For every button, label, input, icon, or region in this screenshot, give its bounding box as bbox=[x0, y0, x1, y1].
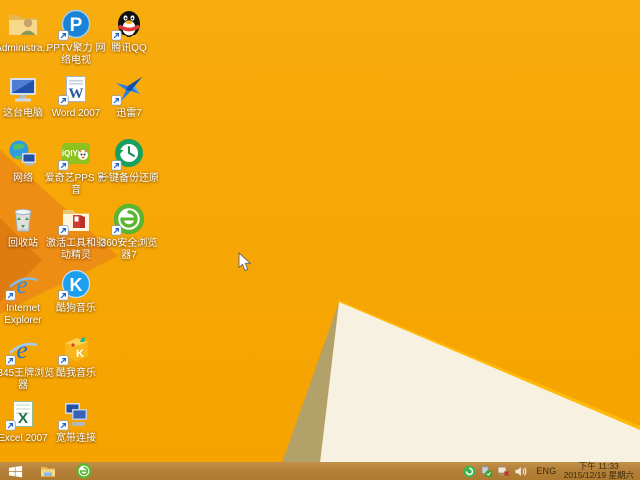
desktop-icon-label: 宽带连接 bbox=[56, 433, 96, 444]
browser-2345-icon bbox=[7, 333, 39, 365]
desktop-background: Administra... PPTV聚力 网络电视 腾讯QQ 这台电脑 Word 200… bbox=[0, 0, 640, 480]
taskbar-app-browser-360-taskbar[interactable] bbox=[75, 463, 92, 480]
kuwo-icon bbox=[60, 333, 92, 365]
windows-logo-icon bbox=[7, 464, 24, 479]
this-pc-icon bbox=[7, 73, 39, 105]
system-tray: ENG 下午 11:33 2015/12/19 星期六 bbox=[463, 462, 640, 480]
tray-volume-icon bbox=[514, 465, 527, 478]
qq-icon bbox=[113, 8, 145, 40]
file-explorer-icon bbox=[40, 463, 56, 479]
desktop-icon-label: 腾讯QQ bbox=[111, 43, 147, 54]
browser-360-taskbar-icon bbox=[76, 463, 92, 479]
tools-folder-icon bbox=[60, 203, 92, 235]
broadband-icon bbox=[60, 398, 92, 430]
desktop-icon-internet-explorer[interactable]: Internet Explorer bbox=[0, 268, 50, 326]
desktop-icon-tools-folder[interactable]: 激活工具和驱动精灵 bbox=[46, 203, 106, 261]
wallpaper-fold-cream bbox=[318, 302, 640, 480]
shortcut-arrow-icon bbox=[58, 355, 69, 366]
excel-icon bbox=[7, 398, 39, 430]
shortcut-arrow-icon bbox=[111, 160, 122, 171]
desktop-icon-word[interactable]: Word 2007 bbox=[49, 73, 103, 120]
shortcut-arrow-icon bbox=[58, 420, 69, 431]
shortcut-arrow-icon bbox=[58, 30, 69, 41]
shortcut-arrow-icon bbox=[58, 225, 69, 236]
desktop-icon-kugou[interactable]: 酷狗音乐 bbox=[49, 268, 103, 315]
internet-explorer-icon bbox=[7, 268, 39, 300]
tray-network-error-icon bbox=[497, 465, 510, 478]
desktop-icon-backup-restore[interactable]: 一键备份还原 bbox=[99, 138, 159, 185]
shortcut-arrow-icon bbox=[111, 225, 122, 236]
recycle-bin-icon bbox=[7, 203, 39, 235]
taskbar: ENG 下午 11:33 2015/12/19 星期六 bbox=[0, 462, 640, 480]
desktop-icon-xunlei[interactable]: 迅雷7 bbox=[102, 73, 156, 120]
tray-safely-remove[interactable] bbox=[480, 465, 493, 478]
shortcut-arrow-icon bbox=[5, 290, 16, 301]
desktop-icon-pptv[interactable]: PPTV聚力 网络电视 bbox=[47, 8, 105, 66]
desktop-icon-label: 360安全浏览器7 bbox=[100, 238, 158, 261]
desktop-icon-qq[interactable]: 腾讯QQ bbox=[102, 8, 156, 55]
browser-360-icon bbox=[113, 203, 145, 235]
clock-date: 2015/12/19 星期六 bbox=[563, 470, 634, 480]
network-icon bbox=[7, 138, 39, 170]
taskbar-pinned-apps bbox=[30, 463, 102, 480]
start-button[interactable] bbox=[0, 462, 30, 480]
user-folder-icon bbox=[7, 8, 39, 40]
taskbar-app-file-explorer[interactable] bbox=[39, 463, 56, 480]
shortcut-arrow-icon bbox=[111, 95, 122, 106]
desktop-icon-label: 迅雷7 bbox=[116, 108, 142, 119]
desktop-icon-kuwo[interactable]: 酷我音乐 bbox=[49, 333, 103, 380]
tray-icons bbox=[463, 465, 531, 478]
language-indicator[interactable]: ENG bbox=[536, 466, 556, 476]
desktop-icon-broadband[interactable]: 宽带连接 bbox=[49, 398, 103, 445]
iqiyi-icon bbox=[60, 138, 92, 170]
tray-360[interactable] bbox=[463, 465, 476, 478]
shortcut-arrow-icon bbox=[111, 30, 122, 41]
xunlei-icon bbox=[113, 73, 145, 105]
tray-volume[interactable] bbox=[514, 465, 527, 478]
desktop-icon-iqiyi[interactable]: 爱奇艺PPS 影音 bbox=[45, 138, 107, 196]
shortcut-arrow-icon bbox=[5, 355, 16, 366]
shortcut-arrow-icon bbox=[58, 160, 69, 171]
shortcut-arrow-icon bbox=[58, 95, 69, 106]
tray-safely-remove-icon bbox=[480, 465, 493, 478]
shortcut-arrow-icon bbox=[58, 290, 69, 301]
desktop-icon-browser-360[interactable]: 360安全浏览器7 bbox=[101, 203, 157, 261]
pptv-icon bbox=[60, 8, 92, 40]
word-icon bbox=[60, 73, 92, 105]
desktop-icon-label: 一键备份还原 bbox=[99, 173, 159, 184]
tray-network-error[interactable] bbox=[497, 465, 510, 478]
desktop-icon-label: 酷狗音乐 bbox=[56, 303, 96, 314]
desktop-icon-label: 酷我音乐 bbox=[56, 368, 96, 379]
shortcut-arrow-icon bbox=[5, 420, 16, 431]
kugou-icon bbox=[60, 268, 92, 300]
taskbar-clock[interactable]: 下午 11:33 2015/12/19 星期六 bbox=[564, 462, 634, 480]
tray-360-icon bbox=[463, 465, 476, 478]
backup-restore-icon bbox=[113, 138, 145, 170]
desktop-icon-browser-2345[interactable]: 2345王牌浏览器 bbox=[0, 333, 54, 391]
